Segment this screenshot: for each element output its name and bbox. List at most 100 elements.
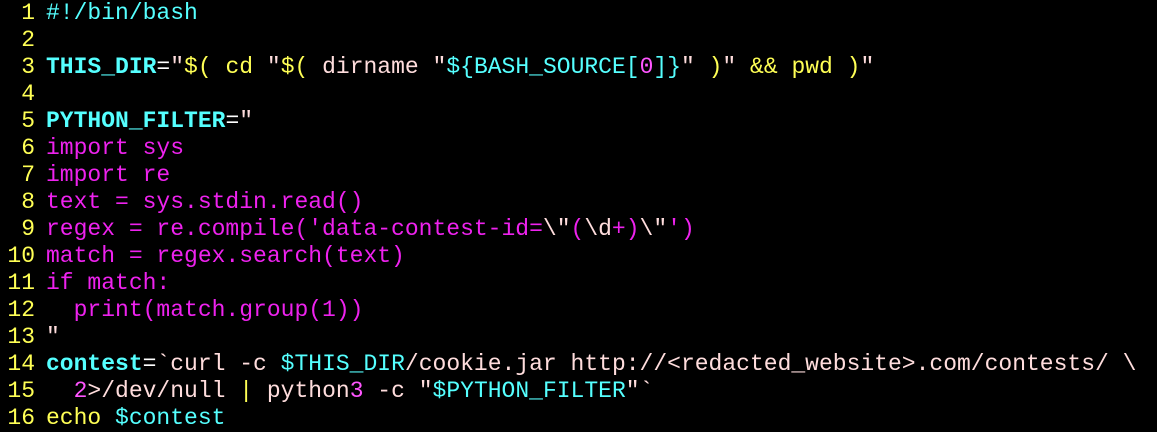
line-code: text = sys.stdin.read() bbox=[46, 189, 363, 216]
code-token: " bbox=[432, 54, 447, 80]
line-code: print(match.group(1)) bbox=[46, 297, 364, 324]
code-line[interactable]: 10 match = regex.search(text) bbox=[0, 243, 1157, 270]
line-code: match = regex.search(text) bbox=[46, 243, 405, 270]
code-token: = bbox=[142, 351, 157, 377]
code-token: cd bbox=[211, 54, 267, 80]
line-number: 9 bbox=[21, 216, 35, 242]
code-line[interactable]: 1 #!/bin/bash bbox=[0, 0, 1157, 27]
code-token: python bbox=[253, 378, 350, 404]
line-number: 13 bbox=[7, 324, 35, 350]
code-line[interactable]: 14 contest=`curl -c $THIS_DIR/cookie.jar … bbox=[0, 351, 1157, 378]
code-token: dirname bbox=[308, 54, 433, 80]
code-token: contest bbox=[46, 351, 143, 377]
code-token: echo bbox=[46, 405, 116, 431]
code-line[interactable]: 11 if match: bbox=[0, 270, 1157, 297]
line-code: if match: bbox=[46, 270, 170, 297]
code-token: ( bbox=[570, 216, 585, 242]
line-code: " bbox=[46, 324, 60, 351]
code-token: ]} bbox=[653, 54, 681, 80]
code-token: if match: bbox=[46, 270, 171, 296]
line-code: PYTHON_FILTER=" bbox=[46, 108, 253, 135]
code-token: 0 bbox=[639, 54, 654, 80]
line-code: contest=`curl -c $THIS_DIR/cookie.jar ht… bbox=[46, 351, 1136, 378]
code-token: | bbox=[239, 378, 254, 404]
code-line[interactable]: 16 echo $contest bbox=[0, 405, 1157, 432]
code-token: = bbox=[225, 108, 240, 134]
code-line[interactable]: 4 bbox=[0, 81, 1157, 108]
line-number: 15 bbox=[7, 378, 35, 404]
code-token: " bbox=[46, 324, 60, 350]
code-token: " bbox=[266, 54, 281, 80]
line-number: 2 bbox=[21, 27, 35, 53]
code-token: +) bbox=[611, 216, 640, 242]
code-token: " bbox=[681, 54, 695, 80]
code-line[interactable]: 8 text = sys.stdin.read() bbox=[0, 189, 1157, 216]
code-line[interactable]: 2 bbox=[0, 27, 1157, 54]
line-number: 4 bbox=[21, 81, 35, 107]
line-code: import sys bbox=[46, 135, 184, 162]
code-token: && pwd ) bbox=[736, 54, 861, 80]
code-token: \" bbox=[639, 216, 668, 242]
line-number: 5 bbox=[21, 108, 35, 134]
code-token: " bbox=[418, 378, 433, 404]
code-token: $( bbox=[184, 54, 212, 80]
code-token: print(match.group(1)) bbox=[46, 297, 364, 323]
code-token: ` bbox=[639, 378, 654, 404]
line-number: 7 bbox=[21, 162, 35, 188]
line-code: THIS_DIR="$( cd "$( dirname "${BASH_SOUR… bbox=[46, 54, 874, 81]
line-number: 1 bbox=[21, 0, 35, 26]
code-token: $PYTHON_FILTER bbox=[432, 378, 626, 404]
code-token: 3 bbox=[349, 378, 364, 404]
code-line[interactable]: 13 " bbox=[0, 324, 1157, 351]
code-token: #!/bin/bash bbox=[46, 0, 198, 26]
code-token: >/dev/null bbox=[87, 378, 240, 404]
code-token: $( bbox=[280, 54, 309, 80]
code-editor[interactable]: 1 #!/bin/bash 2 3 THIS_DIR="$( cd "$( dirnam… bbox=[0, 0, 1157, 432]
code-line[interactable]: 5 PYTHON_FILTER=" bbox=[0, 108, 1157, 135]
line-number: 10 bbox=[7, 243, 35, 269]
code-line[interactable]: 6 import sys bbox=[0, 135, 1157, 162]
code-token: $contest bbox=[115, 405, 226, 431]
line-code: import re bbox=[46, 162, 170, 189]
code-token: " bbox=[860, 54, 875, 80]
code-token: ) bbox=[694, 54, 723, 80]
line-number: 11 bbox=[7, 270, 35, 296]
code-token: import sys bbox=[46, 135, 185, 161]
code-token: = bbox=[156, 54, 171, 80]
code-token: ') bbox=[667, 216, 695, 242]
code-token: \d bbox=[584, 216, 612, 242]
line-number: 16 bbox=[7, 405, 35, 431]
code-token: /cookie.jar http://<redacted_website>.co… bbox=[404, 351, 1137, 377]
code-token: " bbox=[722, 54, 737, 80]
code-token: match = regex.search(text) bbox=[46, 243, 405, 269]
code-token: regex = re.compile('data-contest-id= bbox=[46, 216, 543, 242]
code-token: \" bbox=[542, 216, 571, 242]
code-line[interactable]: 7 import re bbox=[0, 162, 1157, 189]
line-number: 8 bbox=[21, 189, 35, 215]
code-token: ${BASH_SOURCE[ bbox=[446, 54, 640, 80]
line-number: 12 bbox=[7, 297, 35, 323]
line-code: 2>/dev/null | python3 -c "$PYTHON_FILTER… bbox=[46, 378, 654, 405]
line-code: regex = re.compile('data-contest-id=\"(\… bbox=[46, 216, 695, 243]
code-token: THIS_DIR bbox=[46, 54, 157, 80]
code-token: 2 bbox=[73, 378, 88, 404]
line-code: #!/bin/bash bbox=[46, 0, 198, 27]
code-token: import re bbox=[46, 162, 171, 188]
code-token: " bbox=[239, 108, 254, 134]
line-number: 3 bbox=[21, 54, 35, 80]
code-token: $THIS_DIR bbox=[280, 351, 405, 377]
line-code: echo $contest bbox=[46, 405, 225, 432]
code-token: `curl -c bbox=[156, 351, 281, 377]
code-token: " bbox=[170, 54, 185, 80]
line-number: 14 bbox=[7, 351, 35, 377]
line-number: 6 bbox=[21, 135, 35, 161]
code-line[interactable]: 15 2>/dev/null | python3 -c "$PYTHON_FIL… bbox=[0, 378, 1157, 405]
code-token: " bbox=[625, 378, 640, 404]
code-token: PYTHON_FILTER bbox=[46, 108, 226, 134]
code-line[interactable]: 12 print(match.group(1)) bbox=[0, 297, 1157, 324]
code-token: text = sys.stdin.read() bbox=[46, 189, 364, 215]
code-line[interactable]: 3 THIS_DIR="$( cd "$( dirname "${BASH_SOU… bbox=[0, 54, 1157, 81]
code-token: -c bbox=[363, 378, 419, 404]
code-line[interactable]: 9 regex = re.compile('data-contest-id=\"(… bbox=[0, 216, 1157, 243]
